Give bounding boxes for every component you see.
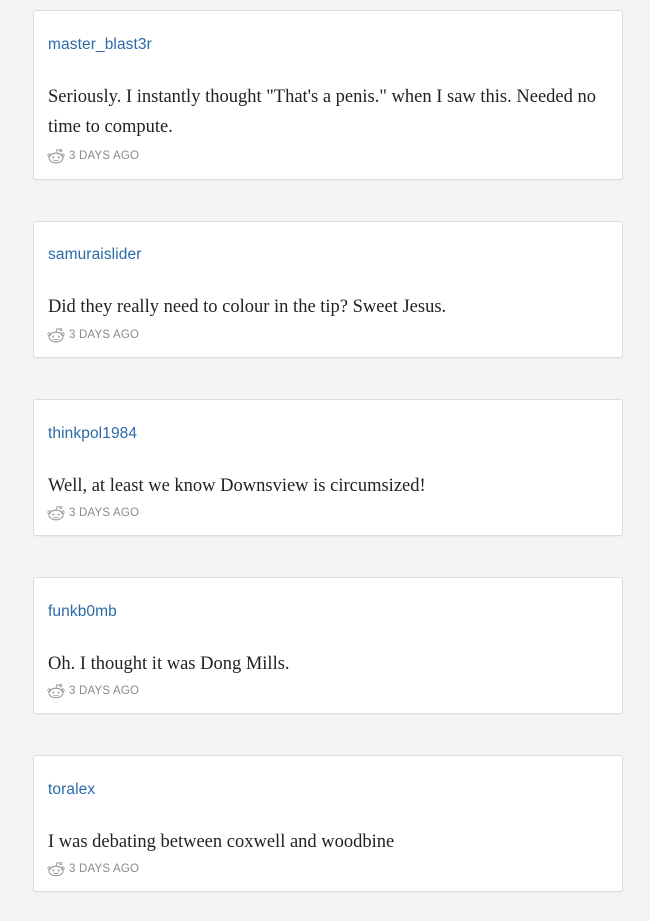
comment-timestamp: 3 DAYS AGO [69, 329, 140, 341]
reddit-alien-icon[interactable] [47, 148, 65, 164]
comment-timestamp: 3 DAYS AGO [69, 150, 140, 162]
comment-username[interactable]: master_blast3r [48, 36, 152, 54]
comment-text: I was debating between coxwell and woodb… [48, 832, 395, 852]
comment-list: master_blast3r Seriously. I instantly th… [0, 0, 650, 921]
comment-meta: 3 DAYS AGO [47, 861, 139, 877]
comment-text: Oh. I thought it was Dong Mills. [48, 654, 290, 674]
comment-card: samuraislider Did they really need to co… [33, 221, 623, 358]
comment-text: Well, at least we know Downsview is circ… [48, 476, 426, 496]
comment-meta: 3 DAYS AGO [47, 148, 139, 164]
comment-timestamp: 3 DAYS AGO [69, 507, 140, 519]
reddit-alien-icon[interactable] [47, 683, 65, 699]
comment-meta: 3 DAYS AGO [47, 683, 139, 699]
comment-card: funkb0mb Oh. I thought it was Dong Mills… [33, 577, 623, 714]
comment-meta: 3 DAYS AGO [47, 327, 139, 343]
comment-text: Seriously. I instantly thought "That's a… [48, 87, 596, 137]
comment-username[interactable]: samuraislider [48, 246, 141, 264]
reddit-alien-icon[interactable] [47, 505, 65, 521]
comment-card: master_blast3r Seriously. I instantly th… [33, 10, 623, 180]
reddit-alien-icon[interactable] [47, 861, 65, 877]
reddit-alien-icon[interactable] [47, 327, 65, 343]
comment-meta: 3 DAYS AGO [47, 505, 139, 521]
comment-username[interactable]: thinkpol1984 [48, 425, 137, 443]
comment-timestamp: 3 DAYS AGO [69, 863, 140, 875]
comment-card: toralex I was debating between coxwell a… [33, 755, 623, 892]
comment-card: thinkpol1984 Well, at least we know Down… [33, 399, 623, 536]
comment-timestamp: 3 DAYS AGO [69, 685, 140, 697]
comment-username[interactable]: toralex [48, 781, 95, 799]
comment-text: Did they really need to colour in the ti… [48, 297, 447, 317]
comment-username[interactable]: funkb0mb [48, 603, 117, 621]
